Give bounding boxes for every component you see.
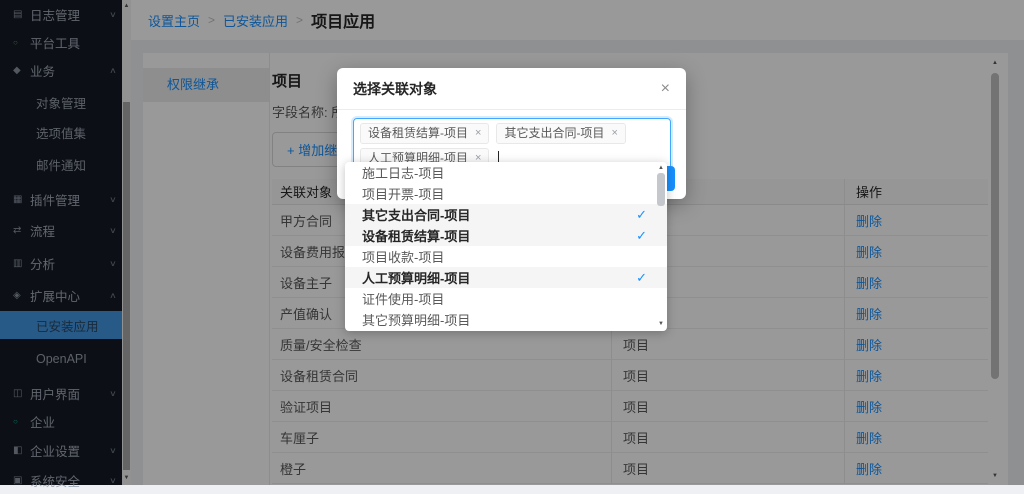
dropdown-option[interactable]: 项目收款-项目 [345,246,667,267]
option-label: 证件使用-项目 [362,289,444,308]
tag-label: 其它支出合同-项目 [504,126,604,141]
option-label: 其它支出合同-项目 [362,205,470,224]
option-label: 项目收款-项目 [362,247,444,266]
dropdown-option[interactable]: 施工日志-项目 [345,162,667,183]
check-icon: ✓ [636,270,647,286]
tag-remove-icon[interactable]: × [475,126,481,141]
scrollbar-thumb[interactable] [657,173,665,206]
dropdown-option-selected[interactable]: 其它支出合同-项目 ✓ [345,204,667,225]
dropdown-option[interactable]: 其它预算明细-项目 [345,309,667,330]
related-object-dropdown: 施工日志-项目 项目开票-项目 其它支出合同-项目 ✓ 设备租赁结算-项目 ✓ … [345,162,667,331]
dropdown-option-selected[interactable]: 人工预算明细-项目 ✓ [345,267,667,288]
option-label: 施工日志-项目 [362,163,444,182]
check-icon: ✓ [636,207,647,223]
dropdown-option[interactable]: 证件使用-项目 [345,288,667,309]
option-label: 项目开票-项目 [362,184,444,203]
tag-remove-icon[interactable]: × [611,126,617,141]
selected-tag: 其它支出合同-项目 × [496,123,625,144]
option-label: 其它预算明细-项目 [362,310,470,329]
dropdown-scrollbar[interactable]: ▲ ▼ [656,163,666,330]
modal-header: 选择关联对象 × [337,68,686,110]
dropdown-option[interactable]: 项目开票-项目 [345,183,667,204]
check-icon: ✓ [636,228,647,244]
tag-label: 设备租赁结算-项目 [368,126,468,141]
selected-tag: 设备租赁结算-项目 × [360,123,489,144]
scroll-up-icon[interactable]: ▲ [656,164,666,173]
option-label: 设备租赁结算-项目 [362,226,470,245]
dropdown-option-selected[interactable]: 设备租赁结算-项目 ✓ [345,225,667,246]
modal-title: 选择关联对象 [353,79,437,99]
close-icon[interactable]: × [661,81,670,97]
scroll-down-icon[interactable]: ▼ [656,320,666,329]
option-label: 人工预算明细-项目 [362,268,470,287]
